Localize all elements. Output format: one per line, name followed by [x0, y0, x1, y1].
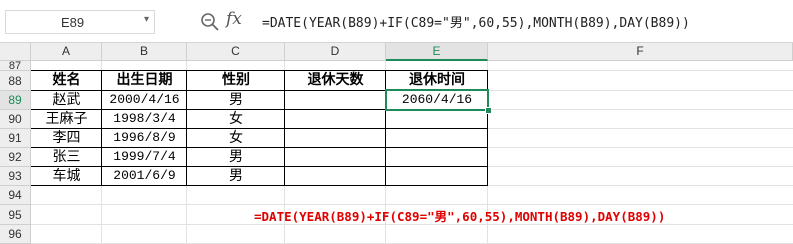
- table-cell-gender[interactable]: 男: [187, 91, 285, 109]
- column-header-f[interactable]: F: [488, 43, 793, 61]
- table-cell-gender[interactable]: 女: [187, 129, 285, 147]
- select-all-corner[interactable]: [0, 43, 31, 61]
- row-header-89[interactable]: 89: [0, 91, 31, 110]
- chevron-down-icon[interactable]: ▾: [144, 14, 149, 25]
- active-cell-selection[interactable]: [385, 89, 489, 111]
- row-header-90[interactable]: 90: [0, 110, 31, 129]
- zoom-icon[interactable]: [200, 12, 220, 32]
- column-header-d[interactable]: D: [285, 43, 386, 61]
- table-cell-gender[interactable]: 男: [187, 167, 285, 185]
- table-cell-birthdate[interactable]: 1999/7/4: [102, 148, 187, 166]
- row-header-94[interactable]: 94: [0, 186, 31, 205]
- header-cell-name[interactable]: 姓名: [31, 71, 102, 90]
- header-cell-retire-date[interactable]: 退休时间: [386, 71, 488, 90]
- row-header-87[interactable]: 87: [0, 61, 31, 72]
- column-header-e[interactable]: E: [386, 43, 488, 61]
- table-cell-retire-date[interactable]: [386, 110, 488, 128]
- table-cell-birthdate[interactable]: 1996/8/9: [102, 129, 187, 147]
- spreadsheet-grid[interactable]: A B C D E F 87 88 89 90 91 92 93 94 95 9…: [0, 43, 793, 244]
- table-cell-birthdate[interactable]: 1998/3/4: [102, 110, 187, 128]
- table-cell-name[interactable]: 王麻子: [31, 110, 102, 128]
- table-cell-retire-days[interactable]: [285, 91, 386, 109]
- column-header-b[interactable]: B: [102, 43, 187, 61]
- table-cell-retire-date[interactable]: [386, 148, 488, 166]
- row-header-95[interactable]: 95: [0, 205, 31, 225]
- row-header-96[interactable]: 96: [0, 225, 31, 244]
- header-cell-retire-days[interactable]: 退休天数: [285, 71, 386, 90]
- gridline: [31, 204, 793, 205]
- table-cell-name[interactable]: 车城: [31, 167, 102, 185]
- table-cell-name[interactable]: 赵武: [31, 91, 102, 109]
- header-cell-gender[interactable]: 性别: [187, 71, 285, 90]
- row-header-92[interactable]: 92: [0, 148, 31, 167]
- column-header-a[interactable]: A: [31, 43, 102, 61]
- formula-bar: E89 ▾ fx =DATE(YEAR(B89)+IF(C89="男",60,5…: [0, 0, 793, 42]
- table-cell-retire-days[interactable]: [285, 129, 386, 147]
- table-cell-gender[interactable]: 男: [187, 148, 285, 166]
- fill-handle[interactable]: [485, 107, 492, 114]
- table-cell-retire-date[interactable]: [386, 129, 488, 147]
- table-cell-birthdate[interactable]: 2001/6/9: [102, 167, 187, 185]
- formula-input[interactable]: =DATE(YEAR(B89)+IF(C89="男",60,55),MONTH(…: [262, 12, 690, 31]
- table-cell-gender[interactable]: 女: [187, 110, 285, 128]
- table-cell-retire-days[interactable]: [285, 167, 386, 185]
- row-header-91[interactable]: 91: [0, 129, 31, 148]
- row-header-88[interactable]: 88: [0, 71, 31, 91]
- name-box-value: E89: [61, 15, 85, 30]
- table-cell-retire-days[interactable]: [285, 110, 386, 128]
- table-cell-name[interactable]: 张三: [31, 148, 102, 166]
- fx-icon[interactable]: fx: [226, 9, 242, 29]
- table-cell-birthdate[interactable]: 2000/4/16: [102, 91, 187, 109]
- header-cell-birthdate[interactable]: 出生日期: [102, 71, 187, 90]
- table-border: [31, 185, 488, 186]
- table-cell-retire-date[interactable]: [386, 167, 488, 185]
- row-header-93[interactable]: 93: [0, 167, 31, 186]
- table-cell-name[interactable]: 李四: [31, 129, 102, 147]
- table-cell-retire-days[interactable]: [285, 148, 386, 166]
- formula-annotation: =DATE(YEAR(B89)+IF(C89="男",60,55),MONTH(…: [254, 209, 666, 224]
- column-header-c[interactable]: C: [187, 43, 285, 61]
- name-box[interactable]: E89 ▾: [5, 10, 155, 34]
